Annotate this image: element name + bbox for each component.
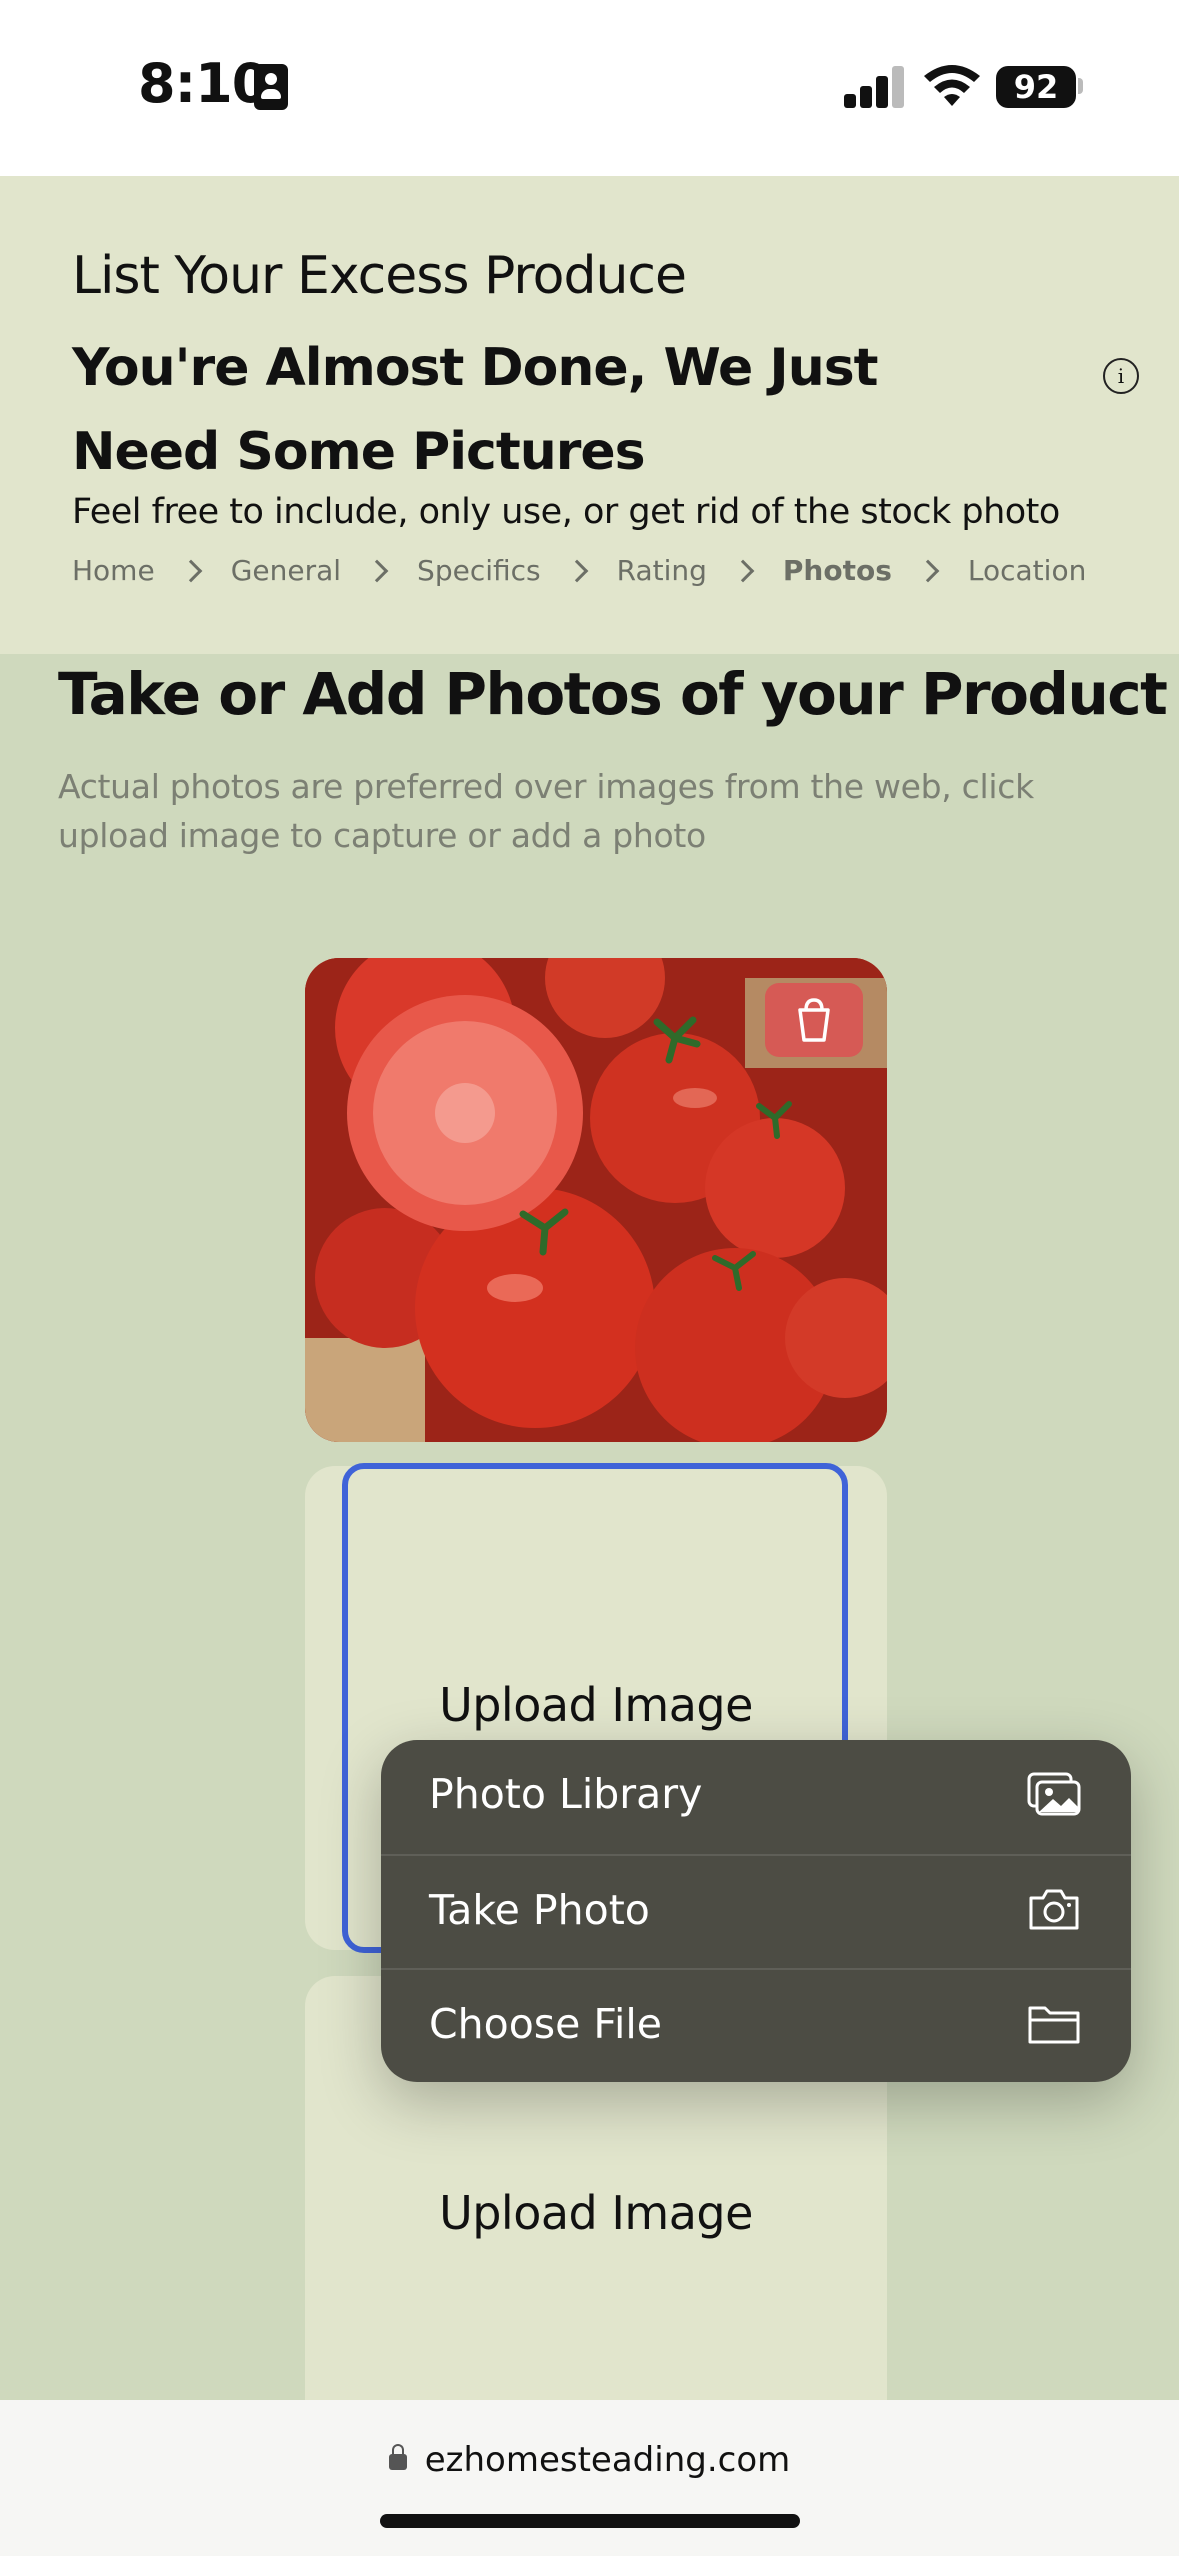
home-indicator[interactable]	[380, 2514, 800, 2528]
battery-indicator: 92	[996, 66, 1076, 108]
section-title: Take or Add Photos of your Product	[58, 660, 1168, 728]
chevron-right-icon	[916, 559, 940, 582]
chevron-right-icon	[365, 559, 389, 582]
page-subtitle: You're Almost Done, We Just Need Some Pi…	[72, 338, 879, 482]
breadcrumb-specifics[interactable]: Specifics	[417, 554, 541, 587]
menu-item-choose-file[interactable]: Choose File	[381, 1970, 1131, 2082]
contact-card-icon	[254, 64, 288, 110]
menu-item-label: Choose File	[429, 2000, 663, 2048]
wifi-icon	[924, 65, 980, 106]
chevron-right-icon	[179, 559, 203, 582]
info-icon[interactable]: i	[1103, 358, 1139, 394]
section-description: Actual photos are preferred over images …	[58, 767, 1034, 855]
lock-icon	[388, 2444, 407, 2470]
breadcrumb: Home General Specifics Rating Photos Loc…	[72, 554, 1086, 587]
menu-item-label: Photo Library	[429, 1770, 703, 1818]
trash-icon	[798, 998, 830, 1042]
battery-tip	[1078, 78, 1083, 94]
url-display[interactable]: ezhomesteading.com	[0, 2440, 1179, 2480]
upload-image-label: Upload Image	[439, 2186, 753, 2240]
delete-photo-button[interactable]	[765, 983, 863, 1057]
breadcrumb-home[interactable]: Home	[72, 554, 155, 587]
browser-url-bar[interactable]: ezhomesteading.com	[0, 2400, 1179, 2556]
menu-item-photo-library[interactable]: Photo Library	[381, 1740, 1131, 1854]
camera-icon	[1029, 1889, 1079, 1930]
page-title: List Your Excess Produce	[72, 246, 687, 306]
breadcrumb-photos[interactable]: Photos	[783, 554, 892, 587]
chevron-right-icon	[731, 559, 755, 582]
photo-library-icon	[1027, 1772, 1081, 1816]
breadcrumb-general[interactable]: General	[231, 554, 341, 587]
chevron-right-icon	[565, 559, 588, 582]
cellular-signal-icon	[844, 64, 906, 108]
status-time: 8:10	[138, 52, 269, 115]
breadcrumb-rating[interactable]: Rating	[617, 554, 707, 587]
menu-item-label: Take Photo	[429, 1886, 650, 1934]
folder-icon	[1028, 2006, 1080, 2044]
page-description: Feel free to include, only use, or get r…	[72, 492, 1060, 532]
upload-source-menu: Photo Library Take Photo Choose File	[381, 1740, 1131, 2082]
status-bar: 8:10 92	[0, 0, 1179, 176]
breadcrumb-location[interactable]: Location	[968, 554, 1086, 587]
url-text: ezhomesteading.com	[424, 2440, 791, 2480]
menu-item-take-photo[interactable]: Take Photo	[381, 1856, 1131, 1970]
